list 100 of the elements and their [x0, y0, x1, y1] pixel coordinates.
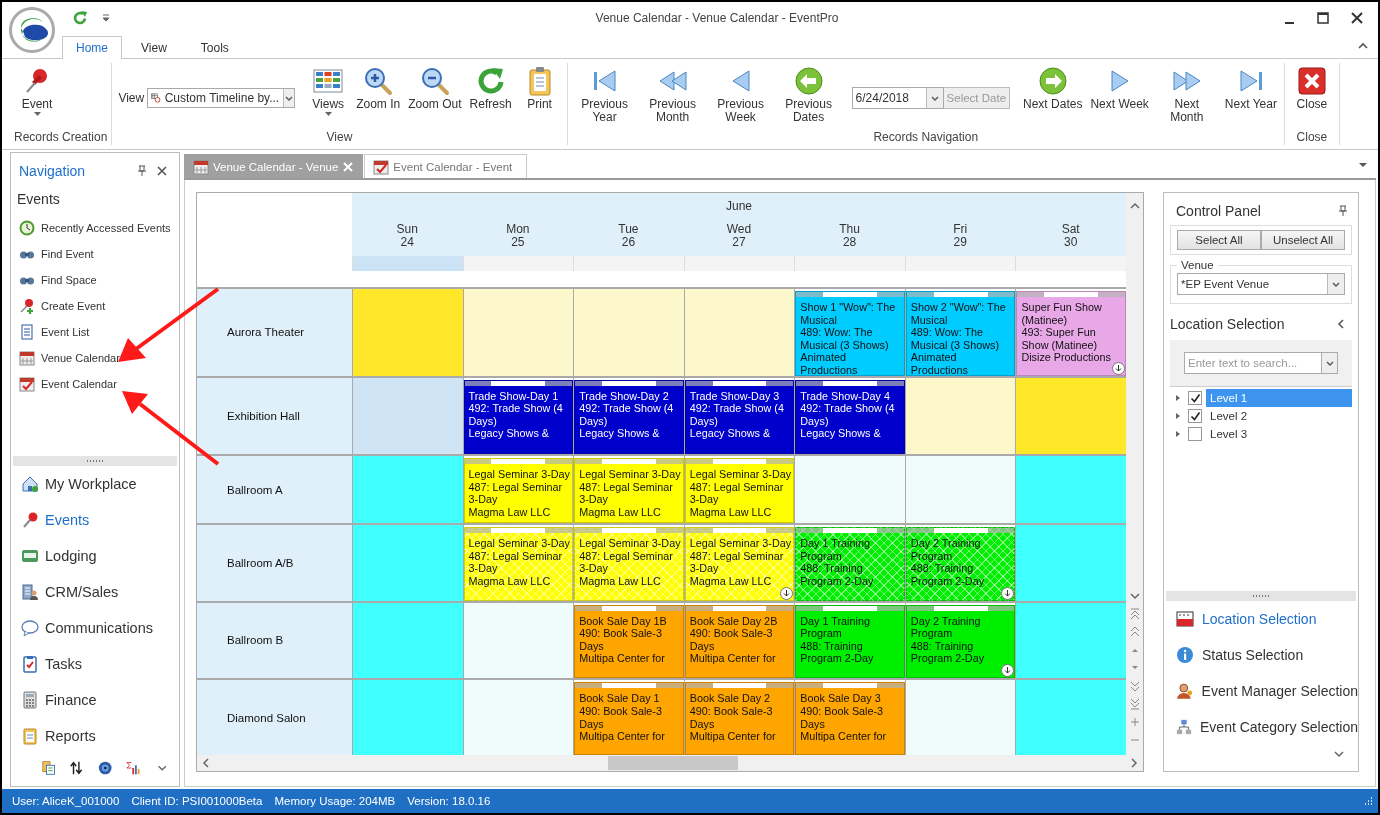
event-block[interactable]: Legal Seminar 3-Day 487: Legal Seminar 3-Day Magma Law LLC — [574, 458, 684, 523]
nav-section[interactable]: Communications — [11, 610, 179, 646]
ribbon-tab[interactable]: View — [126, 36, 182, 59]
calendar-cell[interactable] — [352, 525, 463, 601]
event-block[interactable]: Legal Seminar 3-Day 487: Legal Seminar 3-Day Magma Law LLC — [463, 527, 574, 601]
calendar-cell[interactable] — [683, 289, 795, 376]
ribbon-button[interactable]: Next Year — [1221, 63, 1280, 113]
calendar-cell[interactable] — [904, 456, 1016, 523]
nav-section[interactable]: CRM/Sales — [11, 574, 179, 610]
location-row-header[interactable]: Ballroom A/B — [197, 525, 352, 601]
customize-dropdown-icon[interactable] — [102, 13, 110, 23]
calendar-cell[interactable] — [904, 377, 1016, 455]
calendar-cell[interactable] — [1015, 602, 1126, 679]
calendar-cell[interactable] — [573, 289, 684, 376]
nav-section[interactable]: Reports — [11, 718, 179, 754]
event-block[interactable]: Day 1 Training Program 488: Training Program 2-Day — [795, 604, 905, 679]
close-icon[interactable] — [155, 164, 169, 178]
ribbon-button[interactable]: Previous Dates — [775, 63, 842, 126]
panel-button[interactable]: Unselect All — [1261, 230, 1345, 250]
location-row-header[interactable]: Aurora Theater — [197, 289, 352, 376]
event-block[interactable]: Book Sale Day 1 490: Book Sale-3 Days Multipa Center for — [574, 682, 684, 755]
nav-link[interactable]: Create Event — [11, 293, 179, 319]
location-row-header[interactable]: Ballroom B — [197, 602, 352, 679]
expand-arrow-icon[interactable] — [1174, 412, 1182, 420]
event-block[interactable]: Legal Seminar 3-Day 487: Legal Seminar 3-Day Magma Law LLC — [684, 458, 795, 523]
ribbon-button[interactable]: Zoom Out — [405, 63, 465, 113]
tree-item[interactable]: Level 3 — [1206, 425, 1352, 443]
tab-list-icon[interactable] — [1358, 161, 1368, 169]
up-down-arrows-icon[interactable] — [69, 760, 84, 776]
ribbon-button[interactable]: Refresh — [466, 63, 515, 113]
ribbon-button[interactable]: Previous Year — [571, 63, 638, 126]
app-logo[interactable] — [9, 7, 55, 53]
nav-section[interactable]: My Workplace — [11, 466, 179, 502]
expand-arrow-icon[interactable] — [1174, 394, 1182, 402]
event-block[interactable]: Super Fun Show (Matinee) 493: Super Fun Show (Matinee) Disize Productions — [1016, 291, 1126, 376]
calendar-cell[interactable] — [352, 602, 463, 679]
document-tab[interactable]: Event Calendar - Event — [364, 154, 528, 178]
ribbon-button[interactable]: Event — [14, 63, 60, 118]
location-row-header[interactable]: Ballroom A — [197, 456, 352, 523]
event-block[interactable]: Trade Show-Day 3 492: Trade Show (4 Days) Legacy Shows & — [684, 379, 795, 455]
calendar-cell[interactable] — [462, 680, 574, 755]
event-block[interactable]: Day 1 Training Program 488: Training Program 2-Day — [795, 527, 905, 601]
ribbon-tab[interactable]: Tools — [185, 36, 244, 59]
panel-section[interactable]: Status Selection — [1164, 637, 1358, 673]
nav-section[interactable]: Finance — [11, 682, 179, 718]
event-block[interactable]: Trade Show-Day 4 492: Trade Show (4 Days) Legacy Shows & — [795, 379, 905, 455]
pin-icon[interactable] — [135, 164, 149, 178]
calendar-cell[interactable] — [1015, 680, 1126, 755]
search-field[interactable]: Enter text to search... — [1184, 352, 1321, 374]
checkbox[interactable] — [1188, 427, 1202, 441]
calendar-cell[interactable] — [352, 377, 463, 455]
nav-link[interactable]: Venue Calendar — [11, 345, 179, 371]
ribbon-button[interactable]: Next Month — [1153, 63, 1220, 126]
ribbon-button[interactable]: Views — [305, 63, 352, 118]
calendar-cell[interactable] — [1015, 525, 1126, 601]
ribbon-button[interactable]: Close — [1288, 63, 1335, 113]
expand-arrow-icon[interactable] — [1174, 430, 1182, 438]
calendar-cell[interactable] — [794, 456, 905, 523]
ribbon-button[interactable]: Next Dates — [1020, 63, 1086, 113]
event-block[interactable]: Book Sale Day 1B 490: Book Sale-3 Days Multipa Center for — [574, 604, 684, 679]
ribbon-button[interactable]: Zoom In — [353, 63, 404, 113]
panel-section[interactable]: Location Selection — [1164, 601, 1358, 637]
nav-link[interactable]: Find Space — [11, 267, 179, 293]
panel-section[interactable]: Event Category Selection — [1164, 709, 1358, 745]
close-icon[interactable] — [1350, 11, 1364, 25]
tree-item[interactable]: Level 2 — [1206, 407, 1352, 425]
event-block[interactable]: Trade Show-Day 1 492: Trade Show (4 Days) Legacy Shows & — [463, 379, 574, 455]
ribbon-button[interactable]: Print — [516, 63, 563, 113]
splitter-grip-icon[interactable] — [1252, 594, 1270, 598]
calendar-cell[interactable] — [352, 680, 463, 755]
calendar-cell[interactable] — [352, 456, 463, 523]
event-block[interactable]: Legal Seminar 3-Day 487: Legal Seminar 3-Day Magma Law LLC — [684, 527, 795, 601]
pin-icon[interactable] — [1336, 204, 1350, 218]
nav-link[interactable]: Find Event — [11, 241, 179, 267]
documents-icon[interactable] — [41, 760, 56, 776]
location-row-header[interactable]: Diamond Salon — [197, 680, 352, 755]
location-row-header[interactable]: Exhibition Hall — [197, 377, 352, 455]
event-block[interactable]: Legal Seminar 3-Day 487: Legal Seminar 3-Day Magma Law LLC — [463, 458, 574, 523]
refresh-icon[interactable] — [72, 10, 88, 26]
event-block[interactable]: Book Sale Day 3 490: Book Sale-3 Days Multipa Center for — [795, 682, 905, 755]
calendar-cell[interactable] — [904, 680, 1016, 755]
splitter-grip-icon[interactable] — [86, 459, 104, 463]
venue-dropdown[interactable]: *EP Event Venue — [1177, 273, 1345, 295]
event-block[interactable]: Book Sale Day 2B 490: Book Sale-3 Days Multipa Center for — [684, 604, 795, 679]
event-block[interactable]: Legal Seminar 3-Day 487: Legal Seminar 3-Day Magma Law LLC — [574, 527, 684, 601]
ribbon-button[interactable]: Previous Month — [639, 63, 706, 126]
disc-icon[interactable] — [97, 760, 113, 776]
ribbon-tab[interactable]: Home — [62, 36, 122, 59]
calendar-cell[interactable] — [1015, 377, 1126, 455]
maximize-icon[interactable] — [1316, 11, 1330, 25]
nav-section[interactable]: Events — [11, 502, 179, 538]
ribbon-button[interactable]: Previous Week — [707, 63, 774, 126]
calendar-cell[interactable] — [1015, 456, 1126, 523]
event-block[interactable]: Day 2 Training Program 488: Training Program 2-Day — [905, 604, 1016, 679]
event-block[interactable]: Show 2 "Wow": The Musical 489: Wow: The Musical (3 Shows) Animated Productions — [905, 291, 1016, 376]
ribbon-button[interactable]: Next Week — [1087, 63, 1152, 113]
event-block[interactable]: Show 1 "Wow": The Musical 489: Wow: The Musical (3 Shows) Animated Productions — [795, 291, 905, 376]
view-dropdown[interactable]: Custom Timeline by... — [147, 88, 296, 108]
checkbox[interactable] — [1188, 391, 1202, 405]
calendar-cell[interactable] — [462, 602, 574, 679]
